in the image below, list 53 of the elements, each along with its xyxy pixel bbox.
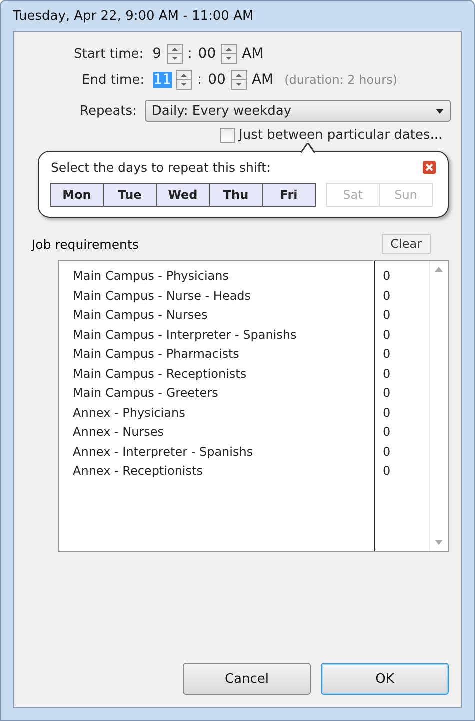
checkbox[interactable] — [220, 128, 235, 143]
caret-icon — [436, 108, 444, 114]
requirement-count[interactable]: 0 — [383, 462, 429, 482]
section-title: Job requirements — [32, 236, 139, 252]
requirement-count[interactable]: 0 — [383, 384, 429, 404]
day-toggle[interactable]: Mon — [50, 183, 104, 207]
requirement-count[interactable]: 0 — [383, 364, 429, 384]
requirement-count[interactable]: 0 — [383, 423, 429, 442]
requirement-count[interactable]: 0 — [383, 267, 429, 286]
requirement-count[interactable]: 0 — [383, 286, 429, 306]
day-toggle[interactable]: Thu — [209, 183, 263, 207]
requirement-count[interactable]: 0 — [383, 404, 429, 423]
duration-text: (duration: 2 hours) — [284, 73, 398, 87]
requirement-name: Main Campus - Nurses — [73, 307, 209, 324]
spinner-icon[interactable] — [166, 44, 183, 64]
ampm-value[interactable]: AM — [250, 72, 275, 88]
dialog-button[interactable]: OK — [321, 663, 449, 695]
repeats-label: Repeats: — [80, 104, 137, 118]
requirement-name: Annex - Nurses — [73, 424, 166, 441]
requirement-name: Annex - Receptionists — [73, 463, 204, 480]
checkbox-label: Just between particular dates... — [239, 128, 443, 143]
day-toggle[interactable]: Tue — [103, 183, 157, 207]
close-icon[interactable] — [423, 161, 436, 174]
requirement-name: Main Campus - Greeters — [73, 385, 220, 402]
spinner-icon[interactable] — [230, 70, 247, 90]
time-separator: : — [186, 46, 194, 62]
requirement-name: Main Campus - Nurse - Heads — [73, 288, 252, 304]
requirement-count[interactable]: 0 — [383, 306, 429, 326]
window-title: Tuesday, Apr 22, 9:00 AM - 11:00 AM — [13, 8, 255, 26]
requirement-name: Main Campus - Interpreter - Spanishs — [73, 326, 298, 344]
time-label: Start time: — [74, 46, 144, 62]
requirement-name: Main Campus - Receptionists — [73, 366, 248, 382]
requirement-name: Main Campus - Pharmacists — [73, 346, 240, 363]
requirement-name: Annex - Interpreter - Spanishs — [73, 444, 254, 460]
dialog-button[interactable]: Cancel — [183, 663, 311, 695]
requirement-count[interactable]: 0 — [383, 326, 429, 345]
spinner-icon[interactable] — [176, 70, 192, 90]
requirement-name: Main Campus - Physicians — [73, 268, 230, 285]
requirement-count[interactable]: 0 — [383, 345, 429, 364]
ampm-value[interactable]: AM — [241, 46, 265, 62]
requirement-name: Annex - Physicians — [73, 404, 186, 422]
day-toggle[interactable]: Fri — [262, 183, 316, 207]
day-toggle[interactable]: Wed — [156, 183, 210, 207]
minute-value[interactable]: 00 — [207, 72, 227, 88]
minute-value[interactable]: 00 — [197, 46, 218, 62]
spinner-icon[interactable] — [221, 44, 238, 64]
clear-button[interactable]: Clear — [382, 234, 431, 254]
popup-title: Select the days to repeat this shift: — [51, 160, 271, 175]
repeats-dropdown[interactable]: Daily: Every weekday — [144, 100, 451, 122]
requirement-count[interactable]: 0 — [383, 442, 429, 462]
time-separator: : — [196, 72, 204, 88]
time-label: End time: — [82, 72, 145, 88]
hour-value[interactable]: 9 — [152, 46, 163, 62]
